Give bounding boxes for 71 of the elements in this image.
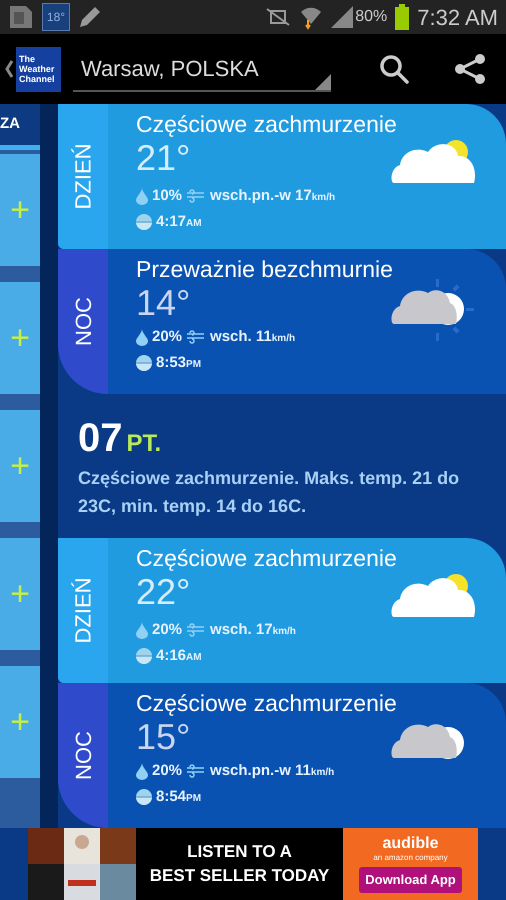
temperature-text: 22° bbox=[136, 572, 190, 612]
battery-icon bbox=[395, 4, 410, 30]
search-icon[interactable] bbox=[378, 53, 410, 85]
download-button[interactable]: Download App bbox=[359, 867, 462, 893]
expand-button[interactable]: + bbox=[0, 410, 40, 522]
raindrop-icon bbox=[136, 762, 148, 780]
signal-icon bbox=[331, 6, 354, 28]
time-text: 8:53PM bbox=[156, 352, 202, 372]
dropdown-corner-icon bbox=[315, 74, 331, 90]
weekday-text: PT. bbox=[126, 429, 162, 459]
wind-icon bbox=[186, 329, 206, 346]
wind-text: wsch.pn.-w 17km/h bbox=[210, 186, 336, 206]
ad-brand: audible bbox=[382, 835, 438, 854]
ad-headline: BEST SELLER TODAY bbox=[150, 865, 330, 887]
clock-text: 7:32 AM bbox=[417, 4, 498, 32]
condition-text: Przeważnie bezchmurnie bbox=[136, 255, 394, 283]
share-icon[interactable] bbox=[454, 53, 486, 85]
logo-text: Weather bbox=[19, 64, 56, 74]
condition-text: Częściowe zachmurzenie bbox=[136, 689, 398, 717]
time-text: 8:54PM bbox=[156, 786, 202, 806]
precipitation-text: 20% bbox=[152, 327, 182, 347]
expand-button[interactable]: + bbox=[0, 282, 40, 394]
mute-icon bbox=[265, 7, 292, 27]
sidebar-header-text: ZA bbox=[0, 114, 20, 134]
raindrop-icon bbox=[136, 328, 148, 346]
wind-icon bbox=[186, 763, 206, 780]
logo-text: The bbox=[19, 54, 36, 64]
location-dropdown[interactable]: Warsaw, POLSKA bbox=[73, 46, 331, 92]
period-label: DZIEŃ bbox=[70, 578, 96, 644]
summary-text: Częściowe zachmurzenie. Maks. temp. 21 do 23C, min. temp. 14 do 16C. bbox=[78, 467, 460, 518]
partly-cloudy-icon bbox=[390, 138, 476, 183]
precipitation-text: 20% bbox=[152, 620, 182, 640]
sunrise-icon bbox=[136, 648, 152, 664]
expand-button[interactable]: + bbox=[0, 538, 40, 650]
precipitation-text: 20% bbox=[152, 761, 182, 781]
battery-percent: 80% bbox=[355, 7, 388, 27]
wind-icon bbox=[186, 188, 206, 204]
cloudy-night-icon bbox=[390, 279, 476, 341]
temperature-badge: 18° bbox=[42, 3, 70, 31]
sim-card-icon bbox=[8, 4, 34, 30]
back-icon bbox=[4, 59, 14, 79]
condition-text: Częściowe zachmurzenie bbox=[136, 110, 398, 138]
wind-text: wsch.pn.-w 11km/h bbox=[210, 761, 334, 781]
temperature-text: 14° bbox=[136, 283, 190, 323]
ad-tagline: an amazon company bbox=[373, 853, 448, 864]
expand-button[interactable]: + bbox=[0, 154, 40, 266]
raindrop-icon bbox=[136, 188, 148, 205]
condition-text: Częściowe zachmurzenie bbox=[136, 544, 398, 572]
raindrop-icon bbox=[136, 622, 148, 639]
pencil-icon bbox=[78, 5, 102, 29]
period-label: DZIEŃ bbox=[70, 144, 96, 210]
ad-banner[interactable]: LISTEN TO A BEST SELLER TODAY audible an amazon company Download App bbox=[0, 828, 506, 900]
expand-button[interactable]: + bbox=[0, 666, 40, 778]
date-text: 07 bbox=[78, 416, 122, 460]
wind-icon bbox=[186, 622, 206, 638]
logo-text: Channel bbox=[19, 74, 56, 84]
time-text: 4:16AM bbox=[156, 646, 202, 666]
sunrise-icon bbox=[136, 214, 152, 230]
temperature-text: 21° bbox=[136, 138, 190, 178]
sunrise-icon bbox=[136, 788, 152, 805]
app-logo[interactable]: The Weather Channel bbox=[16, 46, 61, 92]
precipitation-text: 10% bbox=[152, 186, 182, 206]
sunrise-icon bbox=[136, 354, 152, 371]
time-text: 4:17AM bbox=[156, 212, 202, 232]
temperature-text: 15° bbox=[136, 717, 190, 757]
wind-text: wsch. 17km/h bbox=[210, 620, 296, 640]
period-label: NOC bbox=[70, 297, 96, 346]
ad-headline: LISTEN TO A bbox=[187, 841, 292, 863]
partly-cloudy-icon bbox=[390, 572, 476, 617]
wind-text: wsch. 11km/h bbox=[210, 327, 296, 347]
period-label: NOC bbox=[70, 731, 96, 780]
